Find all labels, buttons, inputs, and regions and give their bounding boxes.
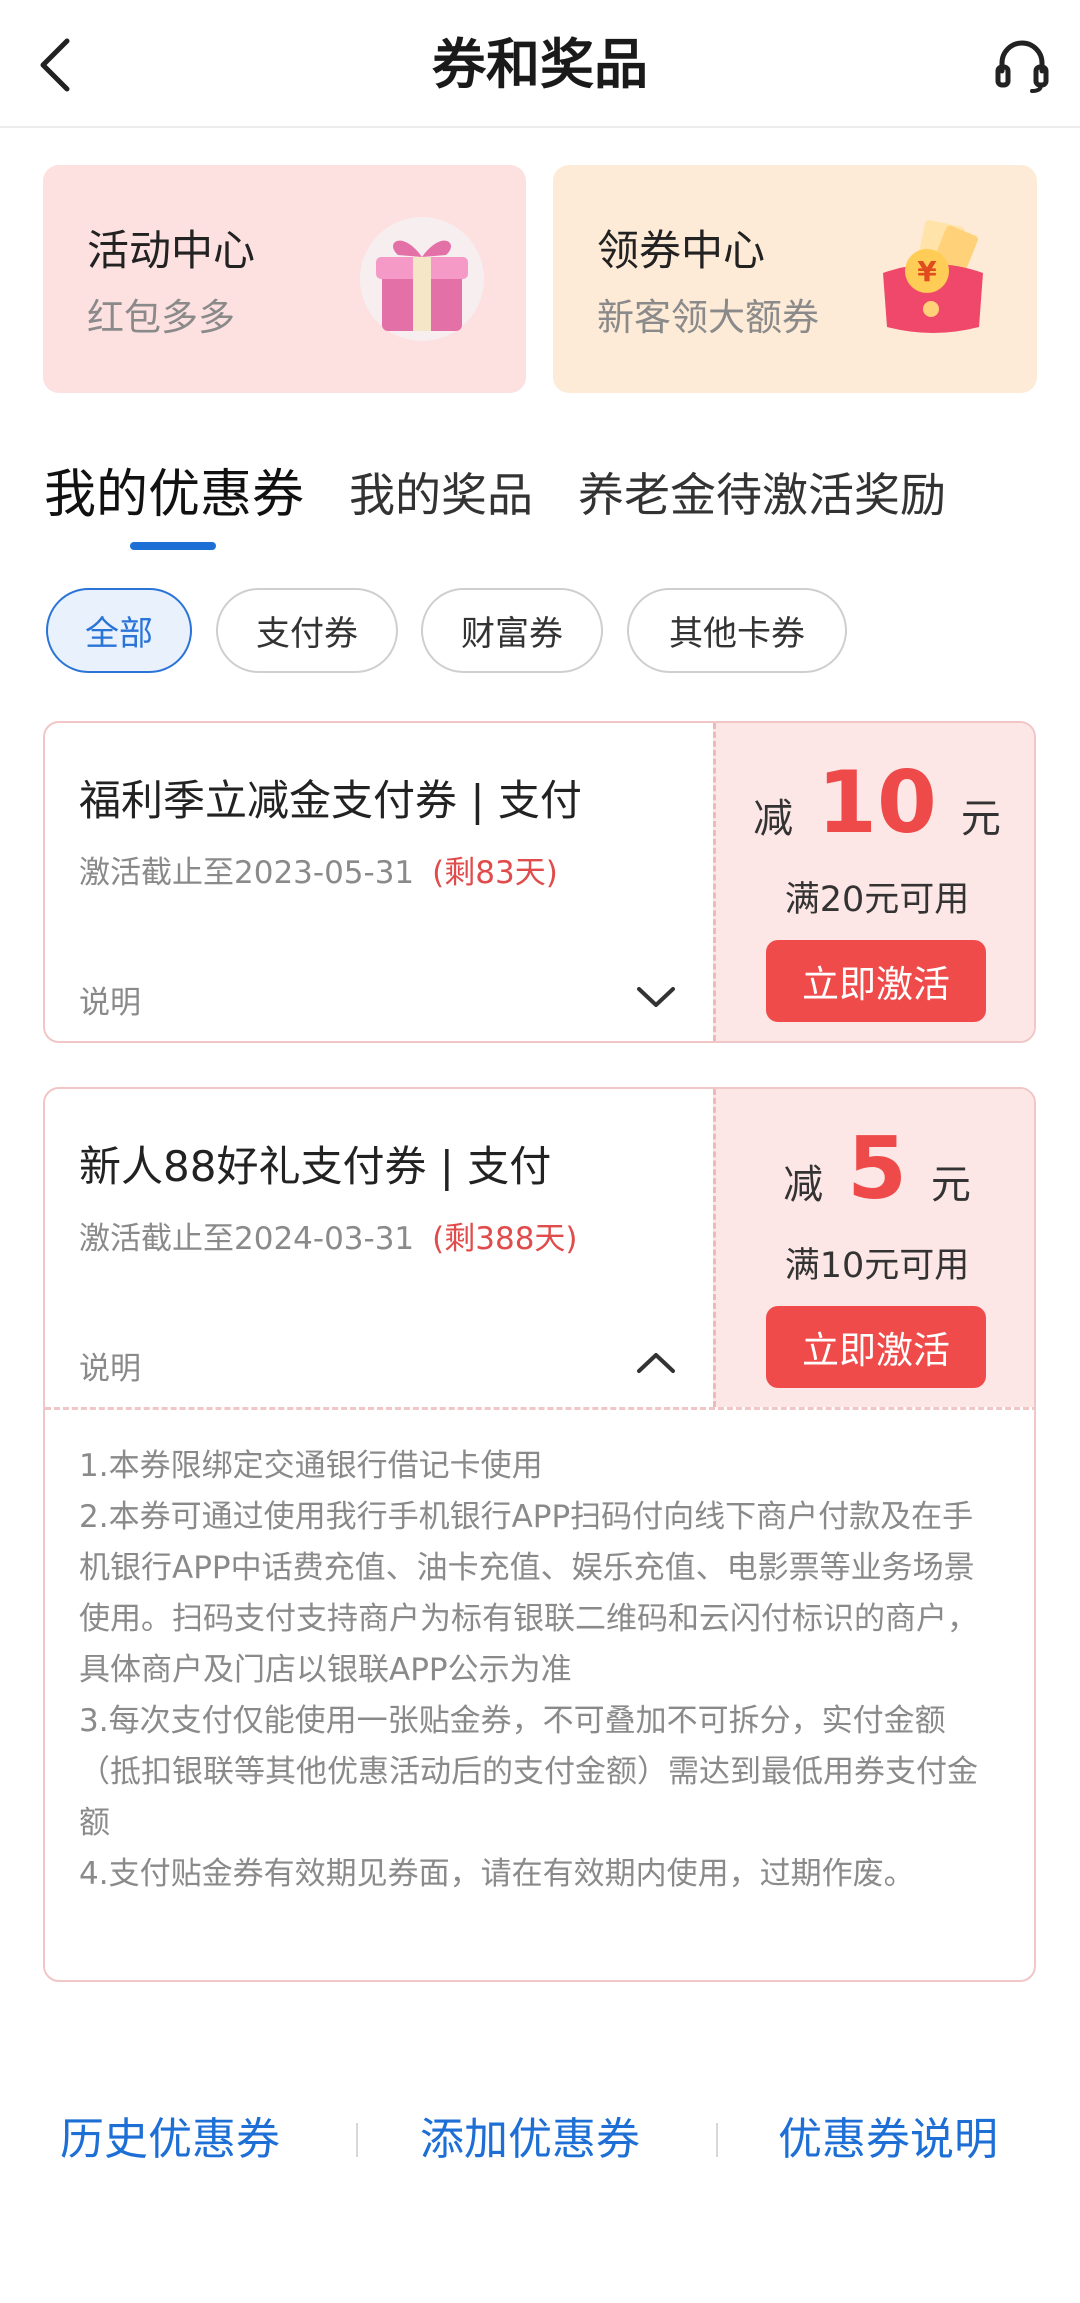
chevron-up-icon[interactable] <box>635 1345 677 1381</box>
red-envelope-icon: ¥ <box>883 220 983 333</box>
coupon-amount: 减5元 <box>716 1119 1034 1219</box>
description-line: 3.每次支付仅能使用一张贴金券，不可叠加不可拆分，实付金额（抵扣银联等其他优惠活… <box>79 1703 978 1841</box>
filter-chip-all[interactable]: 全部 <box>46 588 192 673</box>
coupon-title: 福利季立减金支付券 | 支付 <box>79 776 582 825</box>
description-line: 1.本券限绑定交通银行借记卡使用 <box>79 1448 543 1484</box>
tab-my-coupons[interactable]: 我的优惠券 <box>44 460 304 530</box>
coupon-description: 1.本券限绑定交通银行借记卡使用 2.本券可通过使用我行手机银行APP扫码付向线… <box>79 1441 1004 1900</box>
filter-chip-wealth[interactable]: 财富券 <box>421 588 603 673</box>
coupon-tabs: 我的优惠券 我的奖品 养老金待激活奖励 <box>0 460 1080 560</box>
activate-button[interactable]: 立即激活 <box>766 1306 986 1388</box>
footer-divider <box>356 2123 358 2157</box>
description-line: 2.本券可通过使用我行手机银行APP扫码付向线下商户付款及在手机银行APP中话费… <box>79 1499 978 1688</box>
filter-chip-payment[interactable]: 支付券 <box>216 588 398 673</box>
add-coupon-link[interactable]: 添加优惠券 <box>420 2105 640 2175</box>
tab-my-prizes[interactable]: 我的奖品 <box>349 460 533 530</box>
description-divider <box>45 1407 1034 1410</box>
coupon-condition: 满20元可用 <box>784 880 970 920</box>
activity-center-title: 活动中心 <box>87 226 256 275</box>
history-coupons-link[interactable]: 历史优惠券 <box>60 2105 280 2175</box>
coupon-center-title: 领券中心 <box>597 226 766 275</box>
coupon-center-subtitle: 新客领大额券 <box>597 296 819 339</box>
page-title: 券和奖品 <box>432 33 648 96</box>
deadline-text: 激活截止至2023-05-31 <box>79 855 415 891</box>
amount-value: 10 <box>817 753 937 853</box>
coupon-center-card[interactable]: 领券中心 新客领大额券 ¥ <box>553 165 1037 393</box>
svg-text:¥: ¥ <box>917 255 937 288</box>
coupon-value-panel: 减 10 元 满20元可用 立即激活 <box>713 723 1034 1041</box>
amount-unit: 元 <box>930 1162 971 1208</box>
days-remaining: (剩83天) <box>432 855 558 891</box>
chevron-down-icon[interactable] <box>635 979 677 1015</box>
amount-prefix: 减 <box>753 796 794 842</box>
coupon-condition: 满10元可用 <box>784 1246 970 1286</box>
amount-unit: 元 <box>960 796 1001 842</box>
filter-chip-other-cards[interactable]: 其他卡券 <box>627 588 847 673</box>
coupon-title: 新人88好礼支付券 | 支付 <box>79 1142 552 1191</box>
coupon-explanation-link[interactable]: 优惠券说明 <box>778 2105 998 2175</box>
coupon-note-label[interactable]: 说明 <box>79 977 141 1022</box>
gift-box-icon <box>360 217 484 341</box>
days-remaining: (剩388天) <box>432 1221 578 1257</box>
coupon-deadline: 激活截止至2023-05-31 (剩83天) <box>79 847 558 892</box>
coupon-note-label[interactable]: 说明 <box>79 1343 141 1388</box>
description-line: 4.支付贴金券有效期见券面，请在有效期内使用，过期作废。 <box>79 1856 915 1892</box>
amount-prefix: 减 <box>783 1162 824 1208</box>
amount-value: 5 <box>847 1119 907 1219</box>
coupon-deadline: 激活截止至2024-03-31 (剩388天) <box>79 1213 578 1258</box>
coupon-amount: 减 10 元 <box>716 753 1034 853</box>
customer-service-button[interactable] <box>984 30 1060 100</box>
footer-divider <box>716 2123 718 2157</box>
active-tab-indicator <box>130 542 216 550</box>
coupon-card: 福利季立减金支付券 | 支付 激活截止至2023-05-31 (剩83天) 说明 … <box>43 721 1036 1043</box>
tab-pension-rewards[interactable]: 养老金待激活奖励 <box>578 460 946 530</box>
coupon-card: 新人88好礼支付券 | 支付 激活截止至2024-03-31 (剩388天) 说明… <box>43 1087 1036 1982</box>
activate-button[interactable]: 立即激活 <box>766 940 986 1022</box>
top-nav-bar: 券和奖品 <box>0 0 1080 128</box>
coupon-value-panel: 减5元 满10元可用 立即激活 <box>713 1089 1034 1407</box>
deadline-text: 激活截止至2024-03-31 <box>79 1221 415 1257</box>
activity-center-card[interactable]: 活动中心 红包多多 <box>43 165 526 393</box>
activity-center-subtitle: 红包多多 <box>87 296 235 339</box>
headset-icon <box>995 40 1049 93</box>
